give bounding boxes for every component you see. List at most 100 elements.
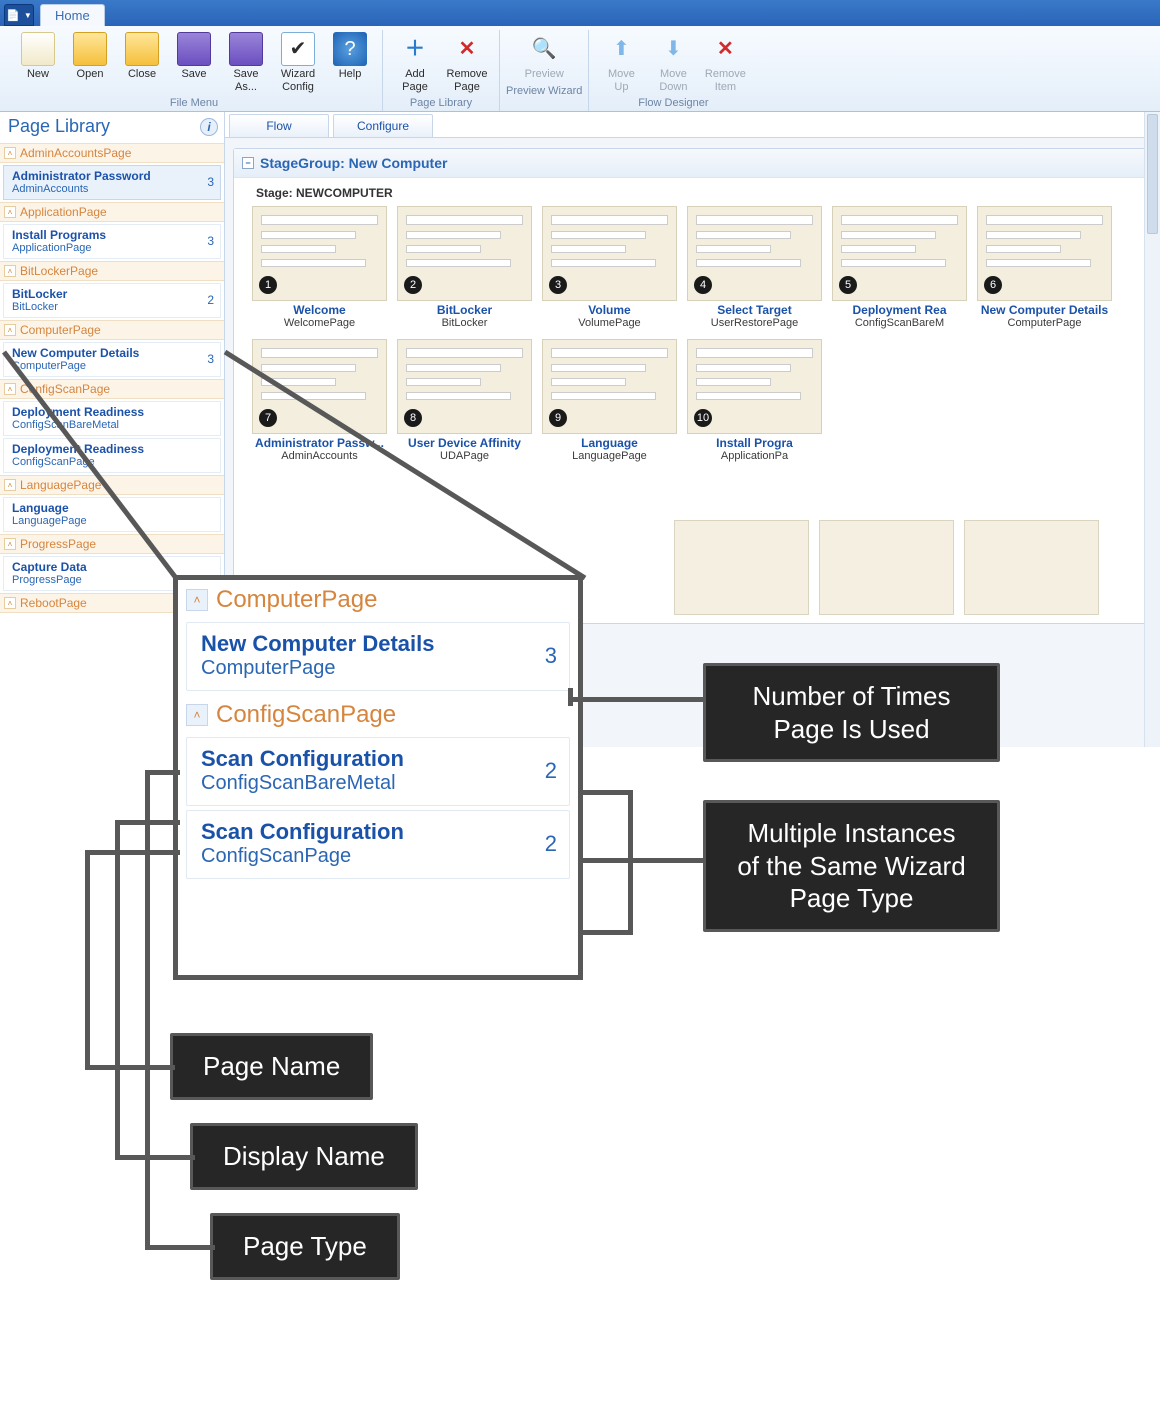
stage-page-thumb[interactable]: 8User Device AffinityUDAPage — [397, 339, 532, 462]
sidebar-group-header[interactable]: ˄BitLockerPage — [0, 261, 224, 281]
app-menu-button[interactable]: 📄 — [4, 4, 34, 26]
wizard-config-button[interactable]: ✔WizardConfig — [272, 30, 324, 95]
sidebar-item[interactable]: LanguageLanguagePage — [3, 497, 221, 532]
subtab-flow[interactable]: Flow — [229, 114, 329, 137]
sidebar-item-display: Language — [12, 501, 87, 515]
title-bar: 📄 Home — [0, 0, 1160, 26]
thumb-sub: ApplicationPa — [687, 450, 822, 462]
subtab-configure[interactable]: Configure — [333, 114, 433, 137]
chevron-up-icon: ˄ — [4, 538, 16, 550]
remove-icon: ✕ — [708, 32, 742, 66]
sidebar-item-display: Capture Data — [12, 560, 87, 574]
up-icon: ⬆ — [604, 32, 638, 66]
sidebar-item-display: Deployment Readiness — [12, 405, 144, 419]
sidebar-item-page: ConfigScanBareMetal — [12, 419, 144, 431]
remove-page-button[interactable]: ✕RemovePage — [441, 30, 493, 95]
stagegroup-title: StageGroup: New Computer — [260, 155, 447, 171]
stage-page-thumb[interactable]: 1WelcomeWelcomePage — [252, 206, 387, 329]
remove-item-button: ✕RemoveItem — [699, 30, 751, 95]
preview-button: 🔍Preview — [518, 30, 570, 83]
zoom-display-name: Scan Configuration — [201, 819, 404, 845]
saveas-button[interactable]: SaveAs... — [220, 30, 272, 95]
thumb-title: User Device Affinity — [397, 436, 532, 450]
stage-page-thumb[interactable]: 7Administrator Passw...AdminAccounts — [252, 339, 387, 462]
stage-page-thumb[interactable]: 6New Computer DetailsComputerPage — [977, 206, 1112, 329]
save-icon — [229, 32, 263, 66]
thumb-title: BitLocker — [397, 303, 532, 317]
main-split: Page Library i ˄AdminAccountsPageAdminis… — [0, 112, 1160, 747]
scrollbar-thumb[interactable] — [1147, 114, 1158, 234]
new-button[interactable]: New — [12, 30, 64, 95]
thumb-title: Install Progra — [687, 436, 822, 450]
stage-label: Stage: NEWCOMPUTER — [256, 186, 1151, 200]
sidebar-item[interactable]: Deployment ReadinessConfigScanPage — [3, 438, 221, 473]
stage-group-panel: − StageGroup: New Computer Stage: NEWCOM… — [233, 148, 1152, 624]
vertical-scrollbar[interactable] — [1144, 112, 1160, 747]
help-icon: ? — [333, 32, 367, 66]
sidebar-item[interactable]: Deployment ReadinessConfigScanBareMetal — [3, 401, 221, 436]
stage-page-thumb[interactable]: 5Deployment ReaConfigScanBareM — [832, 206, 967, 329]
chevron-up-icon: ˄ — [4, 383, 16, 395]
move-down-button: ⬇MoveDown — [647, 30, 699, 95]
chevron-up-icon: ˄ — [4, 324, 16, 336]
folder-icon — [73, 32, 107, 66]
thumb-sub: VolumePage — [542, 317, 677, 329]
chevron-up-icon: ˄ — [4, 597, 16, 609]
ribbon-group-label: File Menu — [170, 97, 218, 109]
sidebar-item-count: 3 — [207, 352, 214, 366]
step-badge: 4 — [694, 276, 712, 294]
sidebar-item[interactable]: Capture DataProgressPage — [3, 556, 221, 591]
thumb-sub: LanguagePage — [542, 450, 677, 462]
add-page-button[interactable]: ＋AddPage — [389, 30, 441, 95]
info-icon[interactable]: i — [200, 118, 218, 136]
remove-icon: ✕ — [450, 32, 484, 66]
ribbon-tab-home[interactable]: Home — [40, 4, 105, 26]
zoom-item: Scan ConfigurationConfigScanPage 2 — [186, 810, 570, 879]
stage-page-thumb[interactable]: 4Select TargetUserRestorePage — [687, 206, 822, 329]
sidebar-item-page: ApplicationPage — [12, 242, 106, 254]
thumb-sub: BitLocker — [397, 317, 532, 329]
stage-page-thumb[interactable]: 2BitLockerBitLocker — [397, 206, 532, 329]
move-up-button: ⬆MoveUp — [595, 30, 647, 95]
chevron-up-icon: ˄ — [4, 479, 16, 491]
collapse-icon[interactable]: − — [242, 157, 254, 169]
stage-page-thumb[interactable]: 3VolumeVolumePage — [542, 206, 677, 329]
sidebar-group-header[interactable]: ˄ProgressPage — [0, 534, 224, 554]
sidebar-group-header[interactable]: ˄ApplicationPage — [0, 202, 224, 222]
sidebar-group-header[interactable]: ˄AdminAccountsPage — [0, 143, 224, 163]
open-button[interactable]: Open — [64, 30, 116, 95]
thumb-sub: UserRestorePage — [687, 317, 822, 329]
thumb-sub: WelcomePage — [252, 317, 387, 329]
sidebar-group-header[interactable]: ˄LanguagePage — [0, 475, 224, 495]
sidebar-item[interactable]: New Computer DetailsComputerPage3 — [3, 342, 221, 377]
step-badge: 3 — [549, 276, 567, 294]
callout-pagename: Page Name — [170, 1033, 373, 1100]
sidebar-item[interactable]: Install ProgramsApplicationPage3 — [3, 224, 221, 259]
help-button[interactable]: ?Help — [324, 30, 376, 95]
sidebar-item-page: LanguagePage — [12, 515, 87, 527]
zoom-page-name: ConfigScanBareMetal — [201, 772, 404, 795]
sidebar-item[interactable]: BitLockerBitLocker2 — [3, 283, 221, 318]
down-icon: ⬇ — [656, 32, 690, 66]
thumb-title: Language — [542, 436, 677, 450]
step-badge: 10 — [694, 409, 712, 427]
sidebar-group-header[interactable]: ˄ConfigScanPage — [0, 379, 224, 399]
zoom-count: 2 — [545, 758, 557, 784]
thumb-sub: ComputerPage — [977, 317, 1112, 329]
zoom-count: 2 — [545, 831, 557, 857]
stage-page-thumb[interactable]: 9LanguageLanguagePage — [542, 339, 677, 462]
zoom-display-name: Scan Configuration — [201, 746, 404, 772]
sidebar-item-display: New Computer Details — [12, 346, 139, 360]
ribbon-group-label: Flow Designer — [638, 97, 708, 109]
designer-content: FlowConfigure − StageGroup: New Computer… — [225, 112, 1160, 747]
save-button[interactable]: Save — [168, 30, 220, 95]
thumb-sub: AdminAccounts — [252, 450, 387, 462]
step-badge: 6 — [984, 276, 1002, 294]
stage-page-thumb[interactable]: 10 Install PrograApplicationPa — [687, 339, 822, 462]
close-button[interactable]: Close — [116, 30, 168, 95]
sidebar-item[interactable]: Administrator PasswordAdminAccounts3 — [3, 165, 221, 200]
thumb-sub: UDAPage — [397, 450, 532, 462]
sidebar-group-header[interactable]: ˄ComputerPage — [0, 320, 224, 340]
sidebar-group-header[interactable]: ˄RebootPage — [0, 593, 224, 613]
zoom-page-name: ConfigScanPage — [201, 845, 404, 868]
